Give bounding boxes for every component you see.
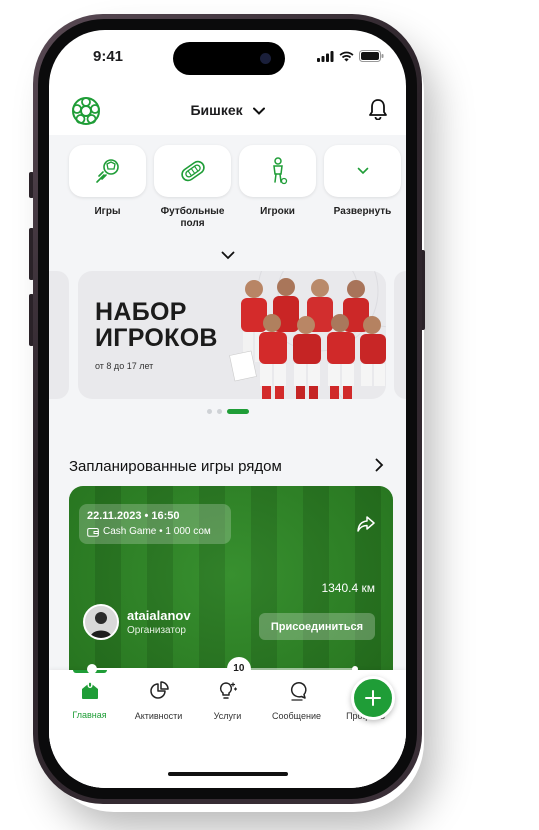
category-row: Игры Футбольные поля Игроки Развернуть [69, 145, 401, 229]
section-see-all-button[interactable] [375, 458, 384, 477]
camera-icon [260, 53, 271, 64]
banner-title: НАБОР ИГРОКОВ [95, 299, 218, 352]
chevron-down-icon [357, 167, 368, 175]
city-selector[interactable]: Бишкек [49, 102, 406, 118]
phone-bezel: 9:41 Бишкек Игры Футбольные поля Игроки … [38, 19, 417, 799]
app-screen: 9:41 Бишкек Игры Футбольные поля Игроки … [49, 30, 406, 788]
organizer-avatar [83, 604, 119, 640]
slider-thumb[interactable]: 10 [226, 657, 251, 681]
share-arrow-icon [357, 516, 375, 532]
chevron-right-icon [375, 458, 384, 472]
share-button[interactable] [357, 516, 375, 537]
category-games-label: Игры [94, 206, 121, 217]
category-fields[interactable]: Футбольные поля [154, 145, 231, 229]
category-players[interactable]: Игроки [239, 145, 316, 229]
tab-activity-label: Активности [134, 711, 183, 721]
slider-fill [91, 668, 239, 670]
tab-home[interactable]: Главная [61, 670, 119, 721]
wifi-icon [339, 51, 354, 61]
banner-next-slide[interactable] [394, 271, 406, 399]
banner-title-line-1: НАБОР [95, 298, 187, 326]
category-expand-label: Развернуть [333, 206, 392, 217]
category-fields-label: Футбольные поля [160, 206, 225, 229]
category-expand-tile [324, 145, 401, 197]
section-title: Запланированные игры рядом [69, 458, 282, 475]
tab-services[interactable]: Услуги [199, 670, 257, 721]
slider-start-point [87, 664, 97, 674]
banner-title-line-2: ИГРОКОВ [95, 324, 218, 353]
pagination-dot[interactable] [206, 409, 212, 414]
cellular-signal-icon [317, 50, 334, 62]
category-games[interactable]: Игры [69, 145, 146, 229]
player-front-4 [360, 316, 386, 386]
chat-icon [290, 682, 307, 701]
organizer-text: ataialanov Организатор [127, 608, 191, 636]
category-games-tile [69, 145, 146, 197]
game-info-chip: 22.11.2023 • 16:50 Cash Game • 1 000 сом [79, 504, 231, 544]
game-type: Cash Game • 1 000 сом [103, 526, 211, 537]
football-kick-icon [95, 159, 119, 183]
category-fields-tile [154, 145, 231, 197]
create-game-button[interactable] [351, 676, 395, 720]
slider-end-point [352, 666, 358, 672]
pagination-dot-active[interactable] [226, 409, 249, 414]
notifications-button[interactable] [368, 98, 388, 125]
tab-services-label: Услуги [213, 711, 242, 721]
organizer-name: ataialanov [127, 608, 191, 623]
tab-activity[interactable]: Активности [130, 670, 188, 721]
slider-min-label: 0 [87, 679, 94, 691]
tab-home-label: Главная [72, 710, 107, 720]
team-photo [229, 278, 386, 399]
game-distance: 1340.4 км [321, 581, 375, 595]
category-players-label: Игроки [260, 206, 295, 217]
plus-icon [365, 690, 381, 706]
players-slider[interactable]: 10 [87, 657, 358, 681]
app-header: Бишкек [49, 90, 406, 130]
banner-pagination [49, 409, 406, 414]
battery-icon [359, 50, 384, 62]
stadium-icon [180, 160, 205, 182]
tab-messages-label: Сообщение [272, 711, 321, 721]
status-time: 9:41 [93, 48, 124, 65]
join-game-button[interactable]: Присоединиться [258, 613, 375, 640]
status-bar: 9:41 [49, 30, 406, 80]
pie-chart-icon [149, 681, 169, 699]
bell-icon [369, 99, 387, 121]
banner-previous-slide[interactable] [49, 271, 69, 399]
game-type-row: Cash Game • 1 000 сом [87, 526, 223, 537]
organizer-role: Организатор [127, 625, 186, 636]
lightbulb-icon [219, 682, 237, 699]
category-players-tile [239, 145, 316, 197]
home-content: Игры Футбольные поля Игроки Развернуть Н… [49, 135, 406, 788]
wallet-icon [87, 527, 99, 537]
banner-subtitle: от 8 до 17 лет [95, 361, 154, 371]
expand-categories-button[interactable] [49, 247, 406, 265]
city-name: Бишкек [190, 102, 243, 118]
phone-frame: 9:41 Бишкек Игры Футбольные поля Игроки … [33, 14, 422, 804]
pagination-dot[interactable] [216, 409, 222, 414]
chevron-down-icon [221, 251, 234, 260]
chevron-down-icon [252, 107, 265, 116]
status-icons [317, 50, 384, 62]
organizer-block[interactable]: ataialanov Организатор [83, 604, 191, 640]
organizer-photo [85, 606, 117, 638]
banner-recruitment[interactable]: НАБОР ИГРОКОВ от 8 до 17 лет [78, 271, 386, 399]
dynamic-island [173, 42, 285, 75]
home-indicator[interactable] [167, 772, 288, 776]
category-expand[interactable]: Развернуть [324, 145, 401, 229]
player-icon [272, 157, 287, 185]
tab-messages[interactable]: Сообщение [268, 670, 326, 721]
game-datetime: 22.11.2023 • 16:50 [87, 510, 180, 522]
